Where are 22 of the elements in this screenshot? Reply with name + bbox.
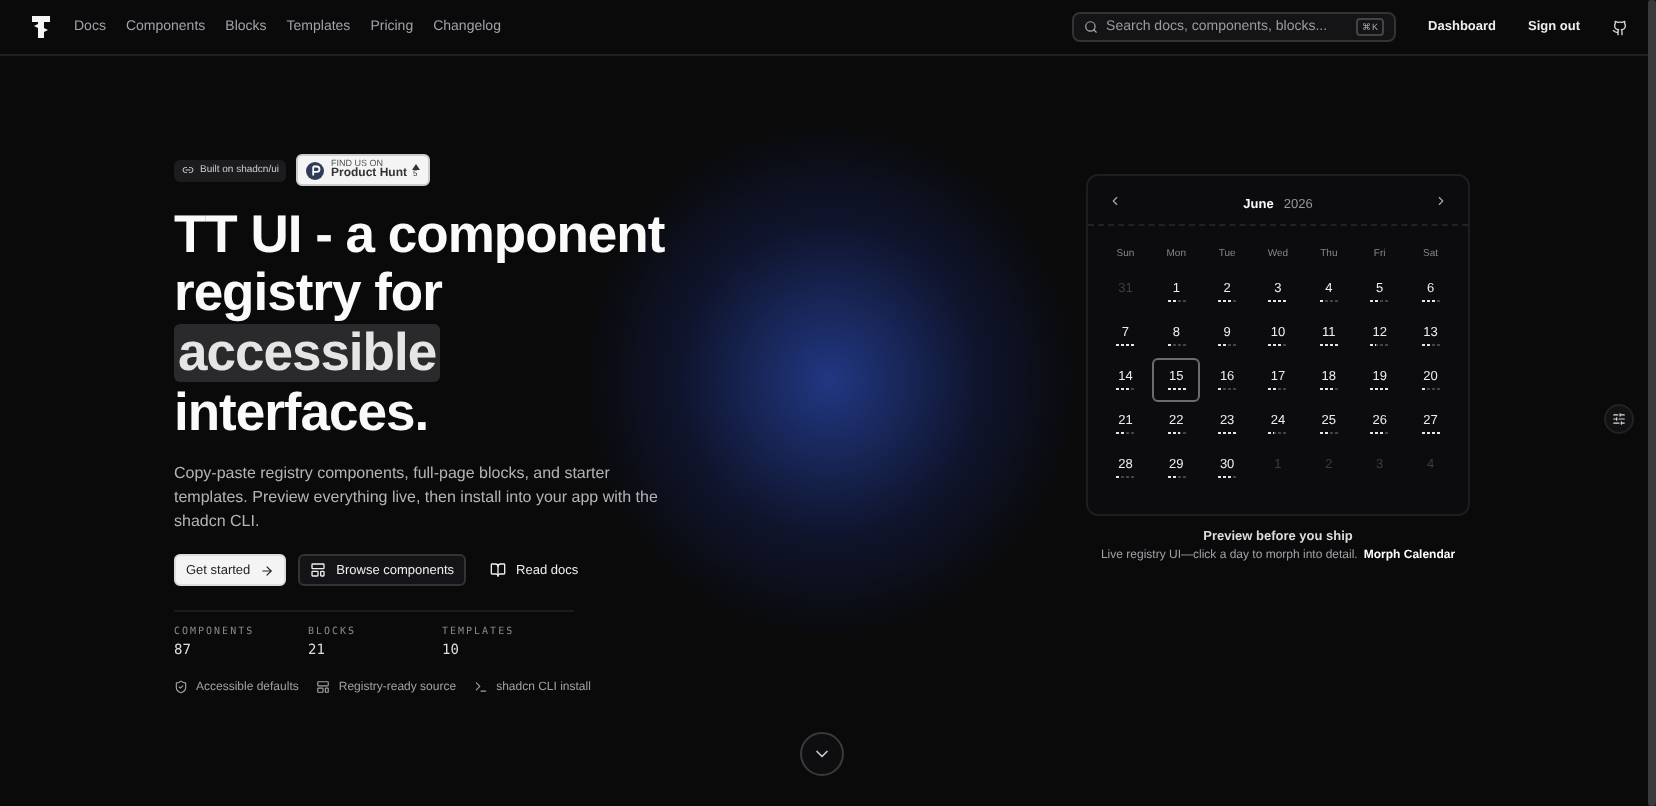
book-icon xyxy=(490,562,507,578)
previous-month-icon[interactable] xyxy=(1108,193,1122,207)
headline-line: registry for xyxy=(174,264,442,322)
github-icon[interactable] xyxy=(1612,19,1628,35)
headline-line: interfaces. xyxy=(174,384,429,442)
layout-icon xyxy=(310,562,327,578)
sliders-icon xyxy=(1612,412,1626,426)
settings-toggle-button[interactable] xyxy=(1604,404,1634,434)
layout-icon xyxy=(316,680,331,694)
arrow-right-icon xyxy=(260,563,275,577)
product-hunt-logo-icon xyxy=(306,161,325,179)
headline-line: TT UI - a component xyxy=(174,206,665,264)
upvote-icon xyxy=(412,163,421,169)
next-month-icon[interactable] xyxy=(1433,193,1448,207)
hero-description: Copy-paste registry components, full-page blocks, and starter templates. Preview everything live, then install into your app with the shadcn CLI. xyxy=(174,462,660,534)
shield-check-icon xyxy=(174,680,188,694)
link-icon xyxy=(182,164,194,176)
logo-icon[interactable] xyxy=(32,16,50,38)
scrollbar-thumb[interactable] xyxy=(1648,0,1656,806)
highlighted-headline-word: accessible xyxy=(174,324,441,382)
terminal-icon xyxy=(474,680,489,694)
search-icon xyxy=(1084,20,1099,34)
